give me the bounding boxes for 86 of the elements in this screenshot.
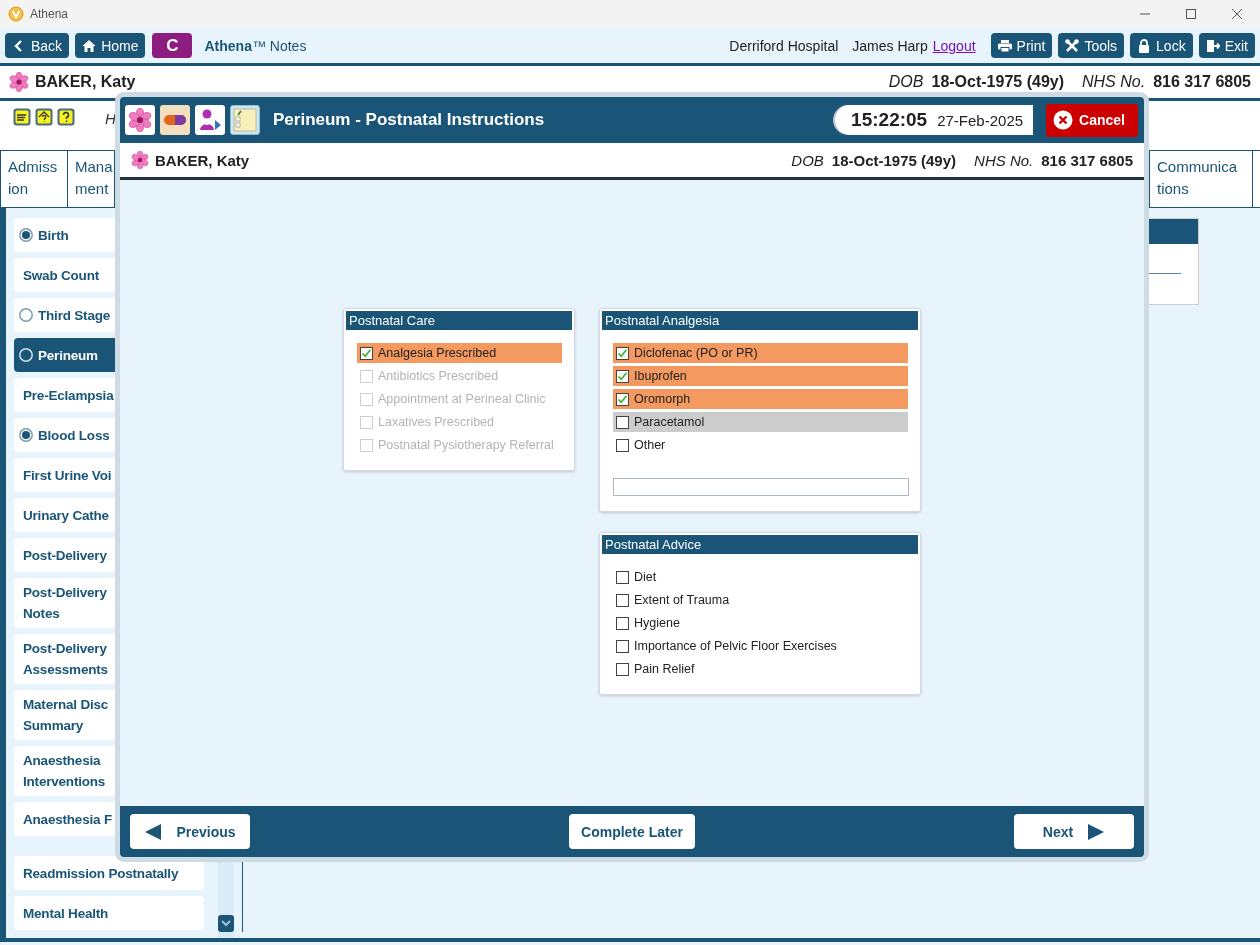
checkbox-icon[interactable] (616, 662, 629, 676)
dob-label: DOB (888, 73, 924, 91)
nav-tab[interactable]: Communica tions (1149, 151, 1253, 207)
complete-later-button[interactable]: Complete Later (569, 814, 695, 849)
medication-tile[interactable] (160, 105, 190, 135)
nhs-label: NHS No. (974, 151, 1034, 169)
checkbox-label: Diclofenac (PO or PR) (634, 346, 758, 360)
checkbox-icon[interactable] (616, 593, 629, 607)
checkbox-icon[interactable] (616, 570, 629, 584)
flower-icon (128, 108, 152, 132)
checkbox-label: Laxatives Prescribed (378, 415, 495, 429)
nhs-number: 816 317 6805 (1041, 151, 1133, 169)
checkbox-icon[interactable] (616, 616, 629, 630)
checkbox-label: Postnatal Pysiotherapy Referral (378, 438, 554, 452)
sidebar-item[interactable]: Readmission Postnatally (14, 856, 204, 890)
panel-header: Postnatal Advice (602, 535, 918, 554)
patient-name: BAKER, Katy (155, 151, 251, 169)
person-tile[interactable] (195, 105, 225, 135)
dob-value: 18-Oct-1975 (49y) (831, 151, 957, 169)
home-icon (82, 38, 97, 53)
exit-door-icon (1205, 38, 1220, 53)
window-title: Athena (30, 7, 70, 21)
capsule-icon (163, 114, 187, 126)
next-button[interactable]: Next (1014, 814, 1134, 849)
app-logo (8, 6, 24, 22)
person-arrow-icon (198, 108, 222, 132)
chevron-down-icon[interactable] (218, 915, 234, 932)
app-name: Athena™ Notes (204, 37, 308, 54)
checkbox-label: Diet (634, 570, 657, 584)
flower-icon (9, 72, 29, 92)
notepad-tile[interactable] (230, 105, 260, 135)
checkbox-label: Oromorph (634, 392, 691, 406)
logout-link[interactable]: Logout (932, 37, 976, 54)
datetime-field: 15:22:05 27-Feb-2025 (835, 105, 1034, 135)
checkbox-label: Analgesia Prescribed (378, 346, 497, 360)
tools-icon (1065, 38, 1080, 53)
checkbox-label: Importance of Pelvic Floor Exercises (634, 639, 837, 653)
flower-tile[interactable] (125, 105, 155, 135)
padlock-icon (1137, 38, 1152, 53)
sidebar-item[interactable]: Mental Health (14, 896, 204, 930)
checkbox-checked-icon[interactable] (616, 346, 629, 360)
tools-button[interactable]: Tools (1058, 33, 1125, 58)
dob-value: 18-Oct-1975 (49y) (931, 73, 1064, 91)
notepad-icon (233, 108, 257, 132)
home-button[interactable]: Home (75, 33, 146, 58)
cancel-button[interactable]: Cancel (1046, 103, 1138, 137)
checkbox-label: Paracetamol (634, 415, 705, 429)
checkbox-checked-icon[interactable] (616, 392, 629, 406)
close-circle-icon (1053, 110, 1074, 130)
nav-tab[interactable]: Admiss ion (0, 151, 68, 207)
checkbox-checked-icon[interactable] (616, 369, 629, 383)
checkbox-label: Antibiotics Prescribed (378, 369, 499, 383)
patient-name: BAKER, Katy (35, 73, 137, 91)
triangle-right-icon (1087, 822, 1106, 841)
other-text-field[interactable] (613, 478, 909, 496)
question-alert-icon (57, 108, 75, 126)
panel-header: Postnatal Care (346, 311, 572, 330)
checkbox-label: Pain Relief (634, 662, 695, 676)
triangle-left-icon (144, 822, 163, 841)
hospital-name: Derriford Hospital (729, 37, 839, 54)
house-alert-icon (35, 108, 53, 126)
checkbox-icon[interactable] (616, 639, 629, 653)
maximize-icon[interactable] (1185, 8, 1197, 20)
user-name: James Harp (852, 37, 928, 54)
nhs-label: NHS No. (1082, 73, 1146, 91)
panel-header: Postnatal Analgesia (602, 311, 918, 330)
checkbox-label: Other (634, 438, 666, 452)
previous-button[interactable]: Previous (130, 814, 250, 849)
checkbox-label: Extent of Trauma (634, 593, 730, 607)
dob-label: DOB (791, 151, 824, 169)
nhs-number: 816 317 6805 (1153, 73, 1251, 91)
flower-icon (131, 151, 149, 169)
dialog-title: Perineum - Postnatal Instructions (273, 110, 546, 130)
checkbox-label: Appointment at Perineal Clinic (378, 392, 546, 406)
checkbox-icon[interactable] (616, 415, 629, 429)
printer-icon (997, 38, 1012, 53)
print-button[interactable]: Print (990, 33, 1053, 58)
close-icon[interactable] (1231, 8, 1243, 20)
exit-button[interactable]: Exit (1198, 33, 1255, 58)
checkbox-checked-icon[interactable] (360, 346, 373, 360)
back-button[interactable]: Back (5, 33, 70, 58)
letter-button[interactable]: C (152, 33, 193, 58)
lock-button[interactable]: Lock (1130, 33, 1193, 58)
checkbox-label: Hygiene (634, 616, 680, 630)
checkbox-label: Ibuprofen (634, 369, 687, 383)
checkbox-icon[interactable] (616, 438, 629, 452)
